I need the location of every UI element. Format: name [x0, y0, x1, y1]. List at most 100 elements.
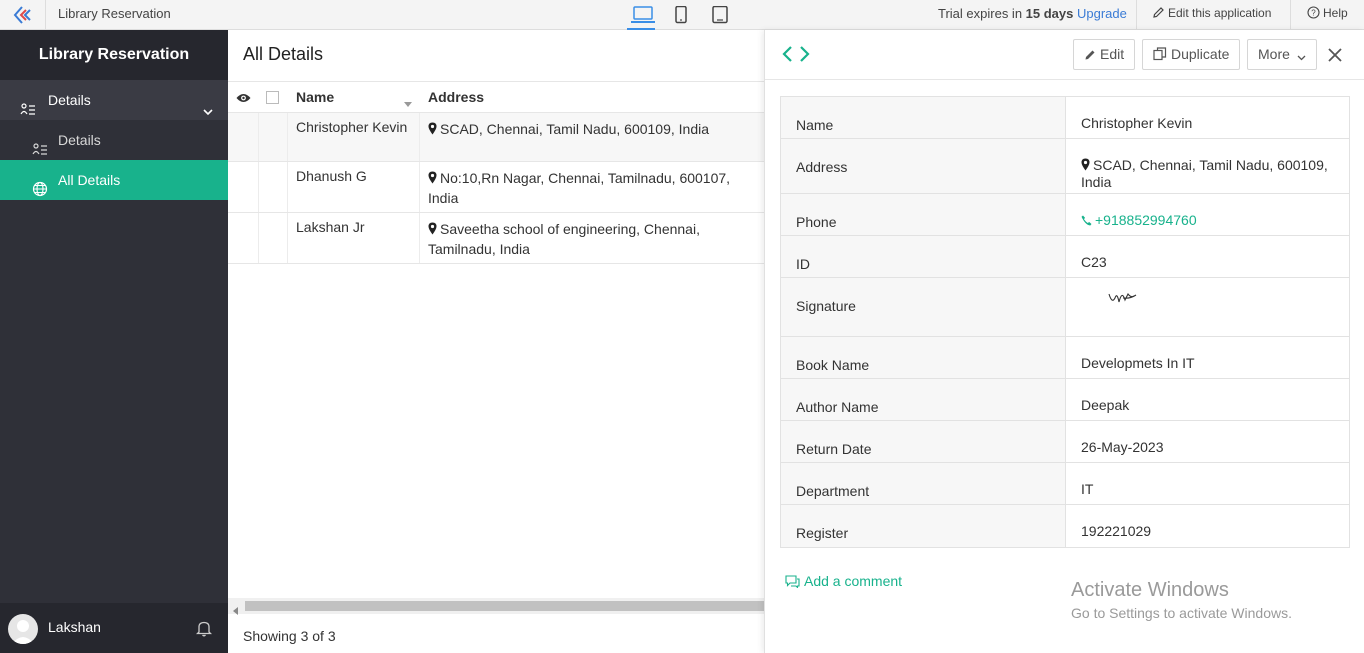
previous-record-icon[interactable]	[781, 44, 793, 64]
svg-text:?: ?	[1311, 9, 1316, 18]
signature-image	[1106, 286, 1364, 312]
sort-icon[interactable]	[404, 94, 412, 110]
field-label-cell: Phone	[781, 194, 1066, 235]
field-label-cell: Book Name	[781, 337, 1066, 378]
phone-link[interactable]: +918852994760	[1081, 212, 1346, 229]
field-label: Department	[796, 483, 870, 499]
sidebar-item-label: Details	[48, 92, 91, 108]
column-header-address[interactable]: Address	[428, 89, 484, 105]
mobile-view-button[interactable]	[706, 3, 734, 27]
horizontal-scrollbar[interactable]	[228, 598, 764, 615]
report-list: All Details Name Address Christopher Kev…	[228, 30, 764, 653]
field-return-date: Return Date 26-May-2023	[781, 421, 1349, 463]
page-title: All Details	[243, 44, 324, 64]
scrollbar-thumb[interactable]	[245, 601, 764, 611]
table-row[interactable]: Dhanush G No:10,Rn Nagar, Chennai, Tamil…	[228, 162, 764, 213]
user-name: Lakshan	[48, 619, 101, 635]
divider	[258, 113, 259, 161]
field-value: IT	[1081, 481, 1094, 497]
edit-label: Edit	[1100, 46, 1125, 62]
field-value: 192221029	[1081, 523, 1152, 539]
duplicate-button[interactable]: Duplicate	[1142, 39, 1241, 70]
watermark-title: Activate Windows	[1071, 579, 1229, 601]
field-label-cell: Register	[781, 505, 1066, 547]
field-label-cell: Return Date	[781, 421, 1066, 462]
address-text: SCAD, Chennai, Tamil Nadu, 600109, India	[1081, 157, 1328, 190]
help-button[interactable]: ? Help	[1307, 6, 1348, 20]
divider	[419, 113, 420, 161]
field-value: Deepak	[1081, 397, 1130, 413]
sidebar-title: Library Reservation	[0, 30, 228, 80]
globe-icon	[32, 172, 48, 212]
cell-address: SCAD, Chennai, Tamil Nadu, 600109, India	[428, 119, 764, 139]
sidebar-section-details[interactable]: Details	[0, 80, 228, 120]
address-text: SCAD, Chennai, Tamil Nadu, 600109, India	[440, 121, 710, 137]
field-register: Register 192221029	[781, 505, 1349, 547]
map-marker-icon	[428, 222, 437, 235]
trial-days: 15 days	[1025, 6, 1074, 21]
map-marker-icon	[428, 122, 437, 135]
field-label: Phone	[796, 214, 837, 230]
field-value: SCAD, Chennai, Tamil Nadu, 600109, India	[1081, 157, 1346, 191]
sidebar-item-all-details[interactable]: All Details	[0, 160, 228, 200]
top-bar: Library Reservation Trial expires in 15 …	[0, 0, 1364, 30]
cell-address: No:10,Rn Nagar, Chennai, Tamilnadu, 6001…	[428, 168, 764, 208]
sidebar-item-details[interactable]: Details	[0, 120, 228, 160]
next-record-icon[interactable]	[799, 44, 811, 64]
field-value: Developmets In IT	[1081, 355, 1195, 371]
divider	[419, 162, 420, 212]
column-header-name[interactable]: Name	[296, 89, 334, 105]
field-label: Name	[796, 117, 834, 133]
cell-name: Christopher Kevin	[296, 119, 408, 135]
field-signature: Signature	[781, 278, 1349, 337]
field-label-cell: Name	[781, 97, 1066, 138]
table-header: Name Address	[228, 81, 764, 113]
sidebar-item-label: Details	[58, 132, 101, 148]
help-icon: ?	[1307, 6, 1320, 19]
help-label: Help	[1323, 6, 1348, 20]
divider	[287, 213, 288, 263]
table-row[interactable]: Christopher Kevin SCAD, Chennai, Tamil N…	[228, 113, 764, 162]
add-comment-link[interactable]: Add a comment	[785, 573, 902, 589]
field-label-cell: Author Name	[781, 379, 1066, 420]
desktop-view-button[interactable]	[627, 3, 655, 30]
bell-icon[interactable]	[195, 620, 213, 640]
trial-prefix: Trial expires in	[938, 6, 1023, 21]
field-label: ID	[796, 256, 810, 272]
app-logo[interactable]	[0, 0, 46, 30]
table-row[interactable]: Lakshan Jr Saveetha school of engineerin…	[228, 213, 764, 264]
sidebar: Library Reservation Details Details All …	[0, 30, 228, 653]
mobile-icon	[712, 6, 728, 24]
windows-activation-watermark: Activate Windows Go to Settings to activ…	[1071, 579, 1292, 621]
app-title: Library Reservation	[58, 6, 171, 21]
field-label: Author Name	[796, 399, 879, 415]
divider	[1136, 0, 1137, 30]
upgrade-link[interactable]: Upgrade	[1077, 6, 1127, 21]
field-label: Return Date	[796, 441, 872, 457]
detail-fields: Name Christopher Kevin Address SCAD, Che…	[780, 96, 1350, 548]
select-all-checkbox[interactable]	[266, 91, 279, 104]
eye-icon[interactable]	[236, 91, 251, 107]
phone-value: +918852994760	[1095, 212, 1197, 228]
divider	[287, 113, 288, 161]
field-value: 26-May-2023	[1081, 439, 1164, 455]
field-label-cell: ID	[781, 236, 1066, 277]
tablet-view-button[interactable]	[667, 3, 695, 27]
more-button[interactable]: More	[1247, 39, 1317, 70]
avatar[interactable]	[8, 614, 38, 644]
field-label: Register	[796, 525, 849, 541]
close-icon[interactable]	[1327, 47, 1343, 66]
app-logo-icon	[13, 6, 31, 24]
field-name: Name Christopher Kevin	[781, 97, 1349, 139]
edit-button[interactable]: Edit	[1073, 39, 1136, 70]
divider	[1290, 0, 1291, 30]
chevron-down-icon	[1297, 55, 1306, 61]
divider	[258, 213, 259, 263]
record-detail-panel: Edit Duplicate More Name Christopher Kev…	[764, 30, 1364, 653]
edit-application-button[interactable]: Edit this application	[1152, 6, 1271, 20]
divider	[419, 213, 420, 263]
field-phone: Phone +918852994760	[781, 194, 1349, 236]
user-bar: Lakshan	[0, 603, 228, 653]
address-text: No:10,Rn Nagar, Chennai, Tamilnadu, 6001…	[428, 170, 731, 206]
scroll-left-icon[interactable]	[233, 602, 239, 618]
